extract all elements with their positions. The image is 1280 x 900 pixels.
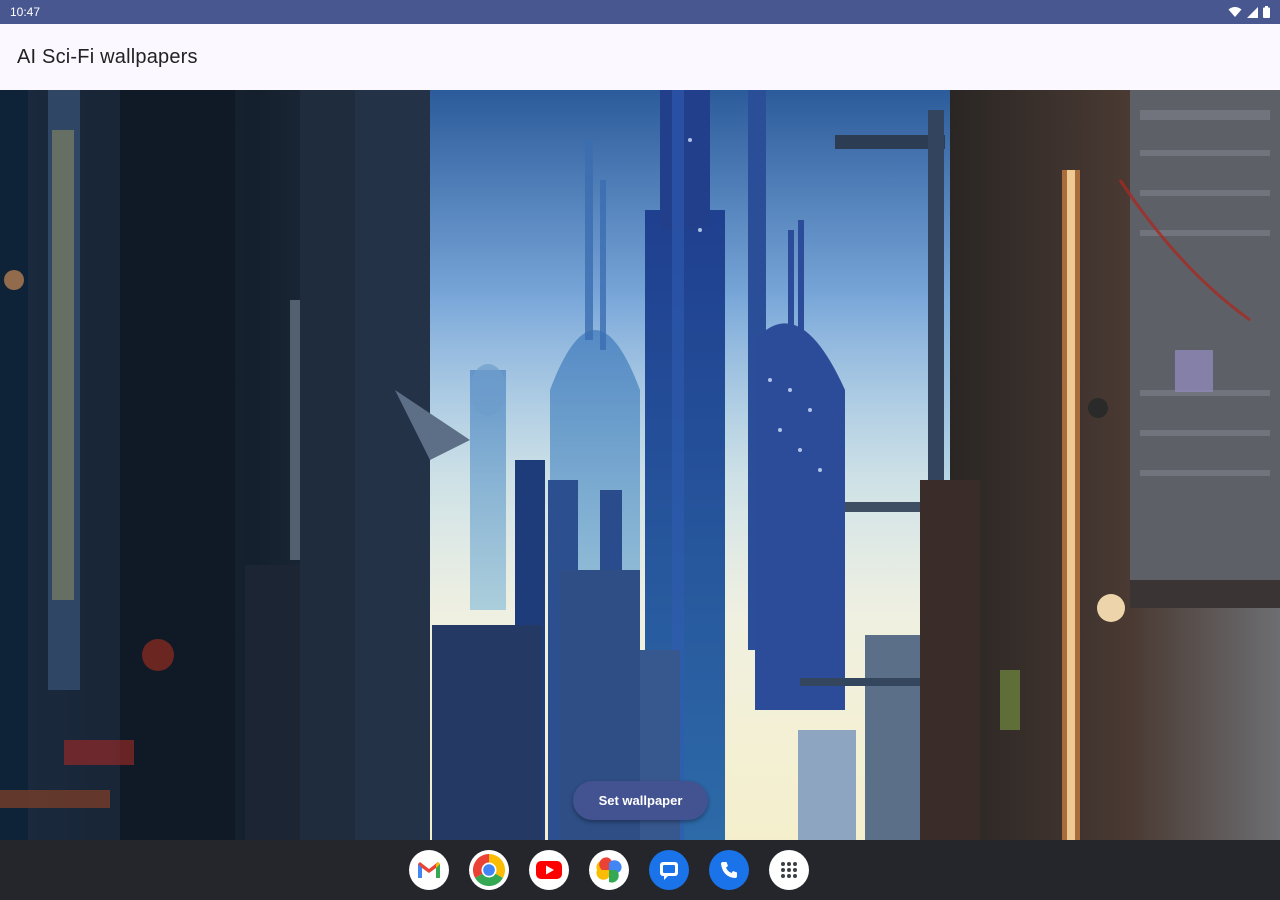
status-bar: 10:47 [0,0,1280,24]
photos-icon[interactable] [589,850,629,890]
app-drawer-icon[interactable] [769,850,809,890]
wifi-icon [1228,7,1242,17]
messages-icon[interactable] [649,850,689,890]
chrome-icon[interactable] [469,850,509,890]
gmail-icon[interactable] [409,850,449,890]
set-wallpaper-button[interactable]: Set wallpaper [573,781,708,820]
status-icons [1228,6,1270,18]
app-bar: AI Sci-Fi wallpapers [0,24,1280,90]
app-dock [409,850,809,890]
app-title: AI Sci-Fi wallpapers [17,45,198,68]
city-illustration [0,90,1280,840]
youtube-icon[interactable] [529,850,569,890]
phone-icon[interactable] [709,850,749,890]
battery-icon [1263,6,1270,18]
signal-icon [1247,6,1258,18]
status-time: 10:47 [10,5,41,19]
sci-fi-city-image [0,90,1280,840]
